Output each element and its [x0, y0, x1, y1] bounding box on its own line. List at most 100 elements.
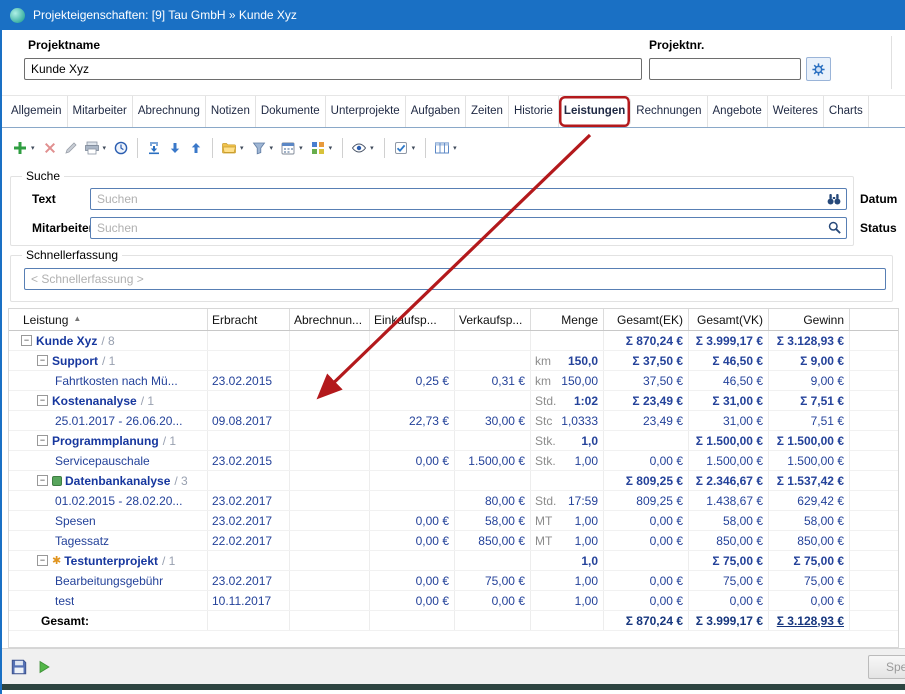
table-row[interactable]: Bearbeitungsgebühr23.02.20170,00 €75,00 … [9, 571, 898, 591]
calendar-dropdown-caret-icon[interactable]: ▾ [299, 144, 303, 152]
collapse-icon[interactable]: − [21, 335, 32, 346]
table-row[interactable]: test10.11.20170,00 €0,00 €1,000,00 €0,00… [9, 591, 898, 611]
column-header-abrechnung[interactable]: Abrechnun... [290, 309, 370, 330]
menge-cell: km150,0 [531, 351, 604, 370]
collapse-icon[interactable]: − [37, 355, 48, 366]
gewinn-cell: Σ 1.500,00 € [769, 431, 850, 450]
column-header-erbracht[interactable]: Erbracht [208, 309, 290, 330]
view-dropdown-caret-icon[interactable]: ▾ [370, 144, 374, 152]
table-row[interactable]: −Support/ 1km150,0Σ 37,50 €Σ 46,50 €Σ 9,… [9, 351, 898, 371]
tab-abrechnung[interactable]: Abrechnung [133, 96, 206, 127]
table-row[interactable]: −Programmplanung/ 1Stk.1,0Σ 1.500,00 €Σ … [9, 431, 898, 451]
binoculars-icon[interactable] [826, 191, 842, 210]
add-dropdown-caret-icon[interactable]: ▾ [31, 144, 35, 152]
delete-button[interactable] [40, 138, 60, 158]
tab-aufgaben[interactable]: Aufgaben [406, 96, 466, 127]
tab-weiteres[interactable]: Weiteres [768, 96, 824, 127]
table-row[interactable]: 25.01.2017 - 26.06.20...09.08.201722,73 … [9, 411, 898, 431]
gear-icon: ✱ [52, 554, 61, 567]
table-footer-row[interactable]: Gesamt:Σ 870,24 €Σ 3.999,17 €Σ 3.128,93 … [9, 611, 898, 631]
tab-notizen[interactable]: Notizen [206, 96, 256, 127]
tab-angebote[interactable]: Angebote [708, 96, 768, 127]
tab-historie[interactable]: Historie [509, 96, 559, 127]
columns-dropdown-caret-icon[interactable]: ▾ [453, 144, 457, 152]
column-header-gesamt-ek[interactable]: Gesamt(EK) [604, 309, 689, 330]
column-header-leistung[interactable]: Leistung▲ [9, 309, 208, 330]
collapse-icon[interactable]: − [37, 555, 48, 566]
text-search-input[interactable] [90, 188, 847, 210]
quick-entry-input[interactable] [24, 268, 886, 290]
collapse-icon[interactable]: − [37, 395, 48, 406]
print-button[interactable] [82, 138, 102, 158]
table-row[interactable]: −Kostenanalyse/ 1Std.1:02Σ 23,49 €Σ 31,0… [9, 391, 898, 411]
project-form: Projektname Projektnr. [2, 30, 905, 96]
tab-charts[interactable]: Charts [824, 96, 869, 127]
filter-dropdown-caret-icon[interactable]: ▾ [270, 144, 274, 152]
print-dropdown-caret-icon[interactable]: ▾ [103, 144, 107, 152]
column-header-verkaufspreis[interactable]: Verkaufsp... [455, 309, 531, 330]
save-button[interactable]: Speichern [868, 655, 905, 679]
table-row[interactable]: Tagessatz22.02.20170,00 €850,00 €MT1,000… [9, 531, 898, 551]
table-row[interactable]: −Kunde Xyz/ 8Σ 870,24 €Σ 3.999,17 €Σ 3.1… [9, 331, 898, 351]
gesamt-vk-cell: Σ 75,00 € [689, 551, 769, 570]
tab-rechnungen[interactable]: Rechnungen [631, 96, 707, 127]
move-up-button[interactable] [186, 138, 206, 158]
einkaufspreis-cell: 0,00 € [370, 511, 455, 530]
leistung-label: test [55, 594, 74, 608]
column-header-einkaufspreis[interactable]: Einkaufsp... [370, 309, 455, 330]
folder-dropdown-caret-icon[interactable]: ▾ [240, 144, 244, 152]
column-header-gewinn[interactable]: Gewinn [769, 309, 850, 330]
edit-button[interactable] [61, 138, 81, 158]
menge-unit: Stc [535, 414, 552, 428]
time-button[interactable] [111, 138, 131, 158]
tab-unterprojekte[interactable]: Unterprojekte [326, 96, 406, 127]
filter-button[interactable] [249, 138, 269, 158]
verkaufspreis-cell [455, 471, 531, 490]
collapse-icon[interactable]: − [37, 475, 48, 486]
titlebar[interactable]: Projekteigenschaften: [9] Tau GmbH » Kun… [2, 0, 905, 30]
table-row[interactable]: −Datenbankanalyse/ 3Σ 809,25 €Σ 2.346,67… [9, 471, 898, 491]
column-header-menge[interactable]: Menge [531, 309, 604, 330]
save-icon-button[interactable] [8, 656, 30, 678]
table-row[interactable]: 01.02.2015 - 28.02.20...23.02.201780,00 … [9, 491, 898, 511]
projektnr-settings-button[interactable] [806, 57, 831, 81]
projektnr-input[interactable] [649, 58, 801, 80]
menge-cell: MT1,00 [531, 531, 604, 550]
einkaufspreis-cell [370, 611, 455, 630]
columns-button[interactable] [432, 138, 452, 158]
table-row[interactable]: −✱Testunterprojekt/ 11,0Σ 75,00 €Σ 75,00… [9, 551, 898, 571]
table-row[interactable]: Servicepauschale23.02.20150,00 €1.500,00… [9, 451, 898, 471]
abrechnung-cell [290, 331, 370, 350]
menge-cell: 1,00 [531, 591, 604, 610]
menge-value: 1,00 [575, 594, 598, 608]
select-button[interactable] [391, 138, 411, 158]
mitarbeiter-search-input[interactable] [90, 217, 847, 239]
magnifier-icon[interactable] [827, 220, 842, 238]
column-header-gesamt-vk[interactable]: Gesamt(VK) [689, 309, 769, 330]
abrechnung-cell [290, 371, 370, 390]
tab-leistungen[interactable]: Leistungen [559, 96, 631, 127]
projektname-input[interactable] [24, 58, 642, 80]
gesamt-ek-cell: 37,50 € [604, 371, 689, 390]
tab-mitarbeiter[interactable]: Mitarbeiter [68, 96, 133, 127]
group-dropdown-caret-icon[interactable]: ▾ [329, 144, 333, 152]
abrechnung-cell [290, 551, 370, 570]
status-label: Status [860, 221, 897, 235]
table-row[interactable]: Spesen23.02.20170,00 €58,00 €MT1,000,00 … [9, 511, 898, 531]
table-row[interactable]: Fahrtkosten nach Mü...23.02.20150,25 €0,… [9, 371, 898, 391]
open-folder-button[interactable] [219, 138, 239, 158]
tab-allgemein[interactable]: Allgemein [6, 96, 68, 127]
tab-dokumente[interactable]: Dokumente [256, 96, 326, 127]
gesamt-ek-cell: 809,25 € [604, 491, 689, 510]
abrechnung-cell [290, 351, 370, 370]
add-button[interactable] [10, 138, 30, 158]
tab-zeiten[interactable]: Zeiten [466, 96, 509, 127]
view-button[interactable] [349, 138, 369, 158]
move-down-button[interactable] [165, 138, 185, 158]
select-dropdown-caret-icon[interactable]: ▾ [412, 144, 416, 152]
import-button[interactable] [144, 138, 164, 158]
group-button[interactable] [308, 138, 328, 158]
collapse-icon[interactable]: − [37, 435, 48, 446]
calendar-button[interactable] [278, 138, 298, 158]
run-button[interactable] [34, 657, 54, 677]
